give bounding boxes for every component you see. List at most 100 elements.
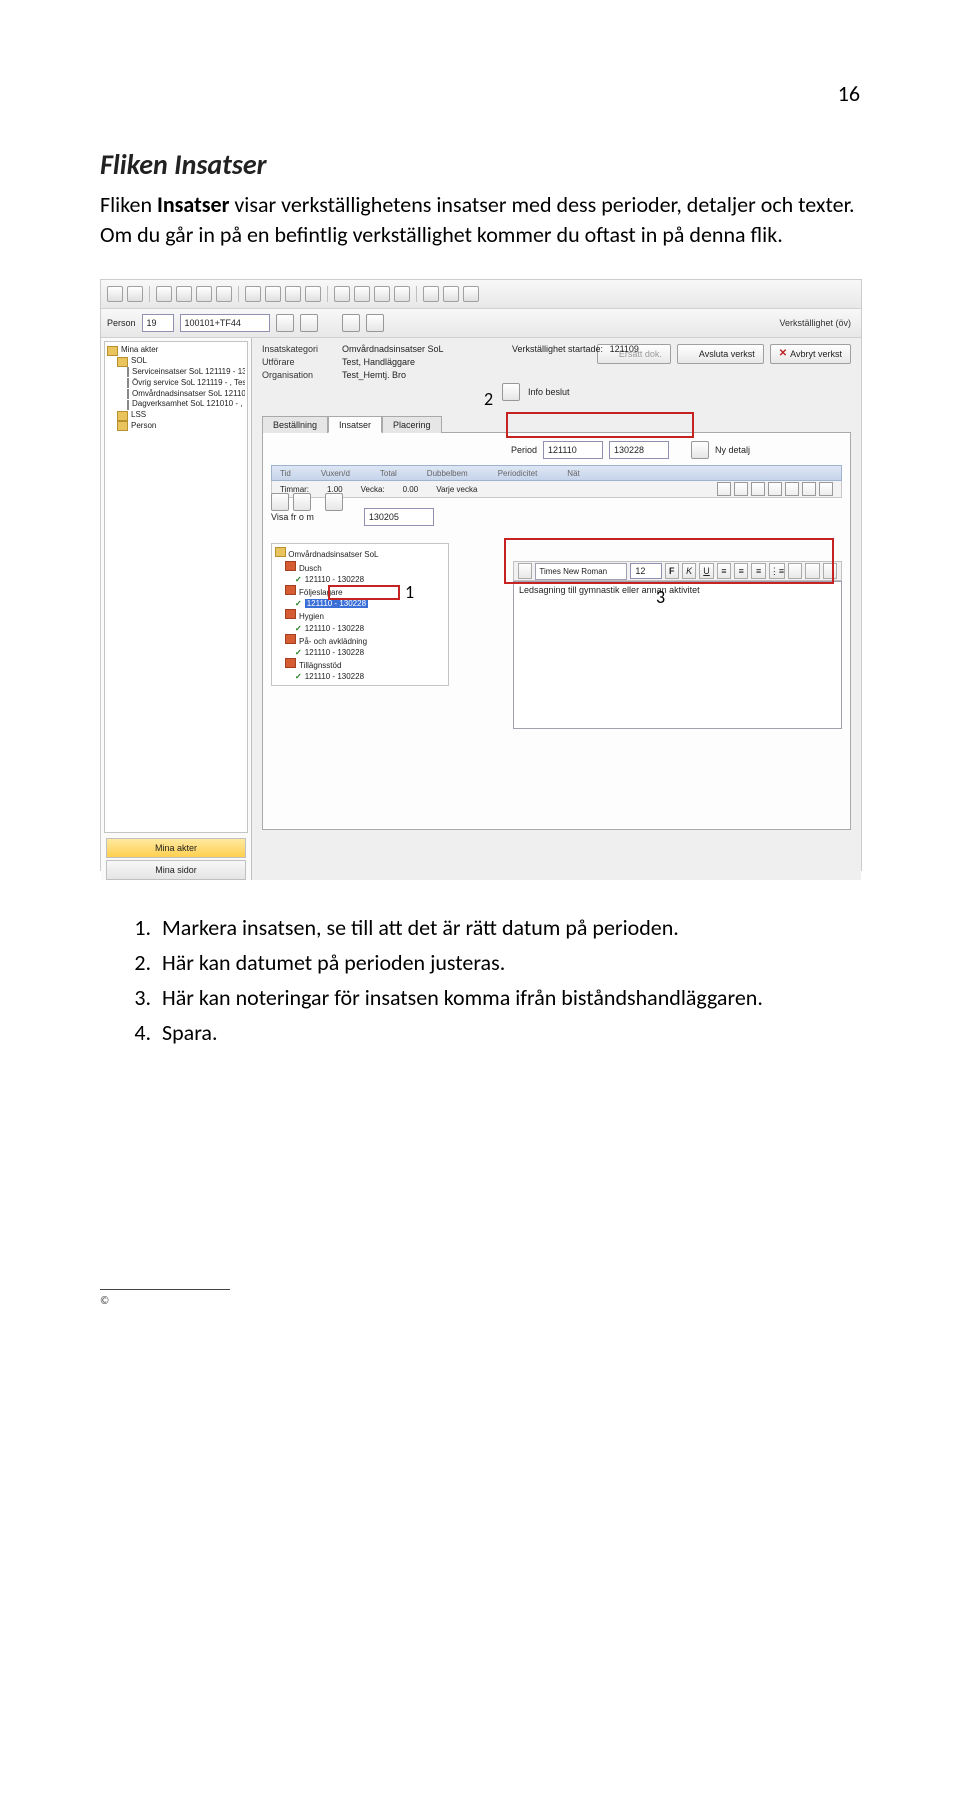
tool-icon[interactable]	[354, 286, 370, 302]
vecka-label: Vecka:	[361, 485, 385, 494]
editor-textarea[interactable]: Ledsagning till gymnastik eller annan ak…	[513, 581, 842, 729]
info-beslut-label[interactable]: Info beslut	[528, 387, 570, 397]
person-field-code[interactable]: 19	[142, 314, 174, 332]
callout-1-number: 1	[405, 581, 414, 603]
tree-item[interactable]: LSS	[107, 410, 245, 421]
tool-icon[interactable]	[196, 286, 212, 302]
day-toggle[interactable]	[751, 482, 765, 496]
insats-tree-item[interactable]: Tillägnsstöd	[275, 658, 445, 671]
detail-header-row: TidVuxen/dTotalDubbelbemPeriodicitetNät	[271, 465, 842, 481]
instruction-item: Här kan datumet på perioden justeras.	[156, 946, 860, 979]
tree-item[interactable]: Övrig service SoL 121119 - , Test, Handl…	[107, 378, 245, 389]
tree-item[interactable]: SOL	[107, 356, 245, 367]
day-toggle[interactable]	[734, 482, 748, 496]
tool-icon[interactable]	[216, 286, 232, 302]
tool-icon[interactable]	[463, 286, 479, 302]
tree-item[interactable]: Mina akter	[107, 345, 245, 356]
separator	[327, 286, 328, 302]
period-to-field[interactable]: 130228	[609, 441, 669, 459]
check-icon: ✓	[295, 672, 305, 681]
insats-tree-item[interactable]: ✓121110 - 130228	[275, 647, 445, 658]
tree-item-label: Tillägnsstöd	[299, 661, 341, 670]
tree-item[interactable]: Omvårdnadsinsatser SoL 121109 - , Test, …	[107, 389, 245, 400]
period-label: Period	[511, 445, 537, 455]
column-header: Periodicitet	[498, 469, 538, 478]
tool-icon[interactable]	[394, 286, 410, 302]
tab-placering[interactable]: Placering	[382, 416, 442, 433]
tree-item-label: LSS	[131, 410, 146, 421]
day-toggle[interactable]	[785, 482, 799, 496]
insats-icon	[285, 609, 296, 619]
tree-item[interactable]: Dagverksamhet SoL 121010 - , Liljebrand,…	[107, 399, 245, 410]
tool-icon[interactable]	[156, 286, 172, 302]
pane-tool-button[interactable]	[325, 493, 343, 511]
nav-next-button[interactable]	[366, 314, 384, 332]
new-detail-button[interactable]: Ny detalj	[715, 445, 750, 455]
section-title: Fliken Insatser	[100, 147, 860, 182]
tree-item-label: Serviceinsatser SoL 121119 - 130101, Tes…	[132, 367, 245, 378]
day-toggle[interactable]	[768, 482, 782, 496]
sidebar: Mina akterSOLServiceinsatser SoL 121119 …	[101, 338, 252, 880]
tab-insatser[interactable]: Insatser	[328, 416, 382, 433]
folder-icon	[117, 357, 128, 367]
insats-tree-item[interactable]: ✓121110 - 130228	[275, 574, 445, 585]
column-header: Vuxen/d	[321, 469, 350, 478]
intro-prefix: Fliken	[100, 191, 157, 218]
folder-icon	[107, 346, 118, 356]
close-icon: ✕	[779, 349, 787, 359]
insats-tree-item[interactable]: Dusch	[275, 561, 445, 574]
column-header: Tid	[280, 469, 291, 478]
tool-icon[interactable]	[285, 286, 301, 302]
new-detail-icon[interactable]	[691, 441, 709, 459]
info-label: Insatskategori	[262, 344, 334, 354]
insatser-tree[interactable]: Omvårdnadsinsatser SoLDusch✓121110 - 130…	[271, 543, 449, 686]
tool-icon[interactable]	[374, 286, 390, 302]
tab-beställning[interactable]: Beställning	[262, 416, 328, 433]
tool-icon[interactable]	[176, 286, 192, 302]
day-toggle[interactable]	[717, 482, 731, 496]
tab-pane: Period 121110 130228 Ny detalj Tid Vuxen/…	[262, 433, 851, 830]
info-beslut-icon[interactable]	[502, 383, 520, 401]
visa-from-field[interactable]: 130205	[364, 508, 434, 526]
insats-tree-item[interactable]: Omvårdnadsinsatser SoL	[275, 547, 445, 560]
day-toggle[interactable]	[802, 482, 816, 496]
tool-icon[interactable]	[443, 286, 459, 302]
tool-icon[interactable]	[305, 286, 321, 302]
period-from-field[interactable]: 121110	[543, 441, 603, 459]
action-button[interactable]: ✕Avbryt verkst	[770, 344, 851, 364]
day-toggle[interactable]	[819, 482, 833, 496]
small-button[interactable]	[300, 314, 318, 332]
sidebar-button-mina-sidor[interactable]: Mina sidor	[106, 860, 246, 880]
tool-icon[interactable]	[127, 286, 143, 302]
pane-tool-button[interactable]	[293, 493, 311, 511]
tree-item[interactable]: Serviceinsatser SoL 121119 - 130101, Tes…	[107, 367, 245, 378]
pane-tool-button[interactable]	[271, 493, 289, 511]
tool-icon[interactable]	[245, 286, 261, 302]
insats-tree-item[interactable]: Hygien	[275, 609, 445, 622]
vecka-value: 0.00	[403, 485, 419, 494]
button-label: Avsluta verkst	[699, 349, 755, 359]
person-field-id[interactable]: 100101+TF44	[180, 314, 270, 332]
tool-icon[interactable]	[265, 286, 281, 302]
separator	[238, 286, 239, 302]
action-button[interactable]: Avsluta verkst	[677, 344, 764, 364]
search-button[interactable]	[276, 314, 294, 332]
sidebar-button-mina-akter[interactable]: Mina akter	[106, 838, 246, 858]
insats-icon	[285, 658, 296, 668]
info-value: Test, Handläggare	[342, 357, 415, 367]
nav-prev-button[interactable]	[342, 314, 360, 332]
tree-item-label: Hygien	[299, 612, 324, 621]
tool-icon[interactable]	[334, 286, 350, 302]
insats-tree-item[interactable]: På- och avklädning	[275, 634, 445, 647]
detail-value-row: Timmar: 1.00 Vecka: 0.00 Varje vecka	[271, 481, 842, 498]
insats-tree-item[interactable]: ✓121110 - 130228	[275, 671, 445, 682]
tool-icon[interactable]	[423, 286, 439, 302]
tree-item-label: Dagverksamhet SoL 121010 - , Liljebrand,…	[132, 399, 245, 410]
button-icon	[686, 349, 696, 359]
acts-tree[interactable]: Mina akterSOLServiceinsatser SoL 121119 …	[104, 341, 248, 833]
tree-item[interactable]: Person	[107, 421, 245, 432]
document-icon	[127, 378, 129, 388]
copyright: ©	[100, 1294, 860, 1307]
insats-tree-item[interactable]: ✓121110 - 130228	[275, 623, 445, 634]
tool-icon[interactable]	[107, 286, 123, 302]
